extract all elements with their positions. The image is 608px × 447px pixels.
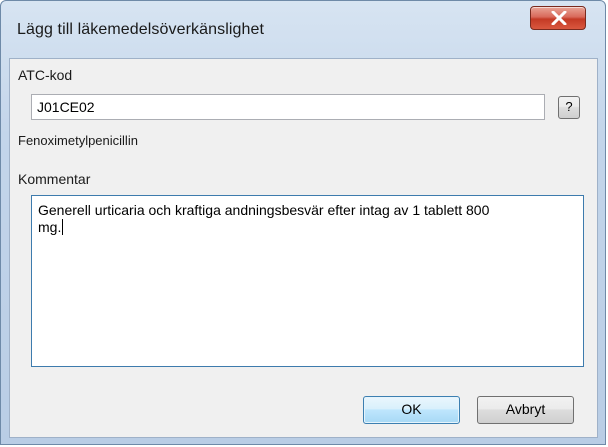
title-bar[interactable]: Lägg till läkemedelsöverkänslighet xyxy=(1,1,605,57)
ok-button-label: OK xyxy=(401,401,422,417)
atc-code-label: ATC-kod xyxy=(18,67,73,83)
comment-line-1: Generell urticaria och kraftiga andnings… xyxy=(38,202,490,218)
substance-name: Fenoximetylpenicillin xyxy=(18,133,138,148)
text-caret xyxy=(62,219,64,235)
close-icon xyxy=(551,11,567,25)
comment-line-2: mg. xyxy=(38,219,577,236)
comment-textarea[interactable]: Generell urticaria och kraftiga andnings… xyxy=(31,195,584,367)
ok-button[interactable]: OK xyxy=(363,396,460,424)
cancel-button[interactable]: Avbryt xyxy=(477,396,574,424)
close-button[interactable] xyxy=(530,6,586,30)
cancel-button-label: Avbryt xyxy=(505,401,546,417)
dialog-content: ATC-kod J01CE02 ? Fenoximetylpenicillin … xyxy=(9,58,598,438)
atc-help-button[interactable]: ? xyxy=(558,96,580,119)
atc-code-input[interactable]: J01CE02 xyxy=(31,94,545,120)
dialog-title: Lägg till läkemedelsöverkänslighet xyxy=(17,21,265,38)
atc-code-value: J01CE02 xyxy=(37,99,95,115)
comment-line-2-text: mg. xyxy=(38,219,62,235)
help-icon: ? xyxy=(565,99,573,114)
comment-label: Kommentar xyxy=(18,171,91,187)
dialog-window: Lägg till läkemedelsöverkänslighet ATC-k… xyxy=(0,0,606,445)
